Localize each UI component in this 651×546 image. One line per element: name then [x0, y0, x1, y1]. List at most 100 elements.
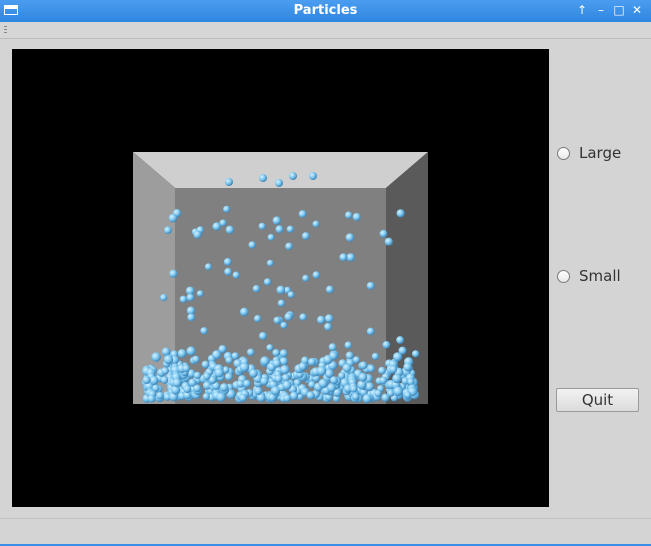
particle: [329, 351, 338, 360]
particle: [379, 229, 388, 238]
particle: [223, 205, 231, 213]
particle: [403, 362, 412, 372]
particle: [299, 313, 307, 321]
particle: [272, 349, 281, 357]
particle: [203, 372, 211, 381]
particle: [312, 271, 320, 279]
particle: [298, 362, 307, 371]
particle: [339, 253, 348, 262]
particle: [384, 237, 393, 246]
particle: [149, 376, 159, 385]
particle: [266, 259, 274, 267]
particle: [193, 230, 202, 239]
particle: [350, 385, 358, 393]
particle: [378, 366, 386, 375]
particle: [389, 365, 398, 374]
minimize-icon[interactable]: –: [593, 2, 609, 18]
particle: [285, 242, 293, 251]
window-title: Particles: [293, 3, 358, 18]
particle: [254, 315, 262, 323]
particle: [392, 373, 402, 384]
particle: [179, 295, 188, 303]
particle: [259, 174, 267, 182]
particle: [239, 362, 250, 373]
particle: [279, 349, 288, 358]
particle: [225, 356, 233, 364]
particle: [267, 233, 275, 241]
status-bar: [0, 518, 651, 546]
particle: [192, 355, 200, 364]
particle: [358, 372, 368, 382]
quit-button[interactable]: Quit: [556, 388, 639, 412]
particle: [393, 352, 403, 362]
particle: [216, 392, 226, 402]
large-radio[interactable]: Large: [557, 143, 621, 163]
particle-box-scene: [133, 152, 428, 404]
particle: [225, 178, 233, 186]
close-icon[interactable]: ✕: [629, 2, 645, 18]
particle: [282, 380, 292, 390]
particle: [219, 383, 229, 392]
particle: [249, 369, 258, 378]
toolbar-grip-icon[interactable]: [4, 26, 7, 35]
particle: [219, 219, 227, 227]
particle: [266, 344, 274, 352]
particle: [231, 352, 239, 360]
particle: [298, 210, 307, 218]
particle: [324, 322, 332, 331]
particle: [223, 258, 232, 266]
particle: [172, 378, 182, 388]
small-radio[interactable]: Small: [557, 266, 621, 286]
particle: [309, 172, 317, 180]
particle: [156, 391, 164, 400]
particle: [151, 352, 161, 362]
particle: [161, 367, 169, 375]
particle: [275, 225, 284, 234]
particle: [330, 376, 338, 385]
particle: [163, 354, 174, 365]
particle: [182, 364, 191, 373]
particle: [212, 350, 222, 360]
particle: [345, 351, 354, 360]
particle: [367, 364, 376, 373]
particle: [359, 361, 368, 370]
particle: [276, 285, 286, 295]
particle: [239, 393, 247, 402]
particle: [407, 378, 415, 386]
particle: [308, 357, 316, 366]
particle: [247, 348, 255, 357]
particle: [260, 377, 269, 386]
large-radio-label: Large: [579, 144, 622, 162]
particle: [345, 233, 355, 242]
particle: [275, 179, 283, 187]
particle: [302, 274, 310, 282]
maximize-icon[interactable]: □: [611, 2, 627, 18]
particle: [201, 360, 210, 369]
particle: [259, 332, 267, 340]
particle: [272, 359, 281, 368]
particle: [345, 211, 353, 219]
particle: [289, 391, 299, 401]
particle: [412, 350, 420, 358]
particle: [289, 172, 297, 180]
particle: [252, 285, 261, 293]
particle: [187, 313, 196, 322]
particle: [169, 269, 178, 278]
particle: [342, 363, 352, 373]
particle: [404, 391, 412, 399]
particle-viewport[interactable]: [12, 49, 549, 507]
particle: [273, 316, 281, 324]
particle: [286, 225, 294, 233]
title-bar[interactable]: Particles ↑ – □ ✕: [0, 0, 651, 22]
large-radio-button[interactable]: [557, 146, 570, 160]
particle: [193, 371, 201, 380]
keep-above-icon[interactable]: ↑: [574, 2, 590, 18]
particle: [312, 220, 320, 228]
particle: [160, 376, 169, 384]
small-radio-button[interactable]: [557, 269, 570, 283]
toolbar-strip: [0, 22, 651, 39]
particle: [214, 368, 224, 378]
particle: [196, 290, 204, 297]
small-radio-label: Small: [579, 267, 621, 285]
particle: [142, 376, 151, 384]
